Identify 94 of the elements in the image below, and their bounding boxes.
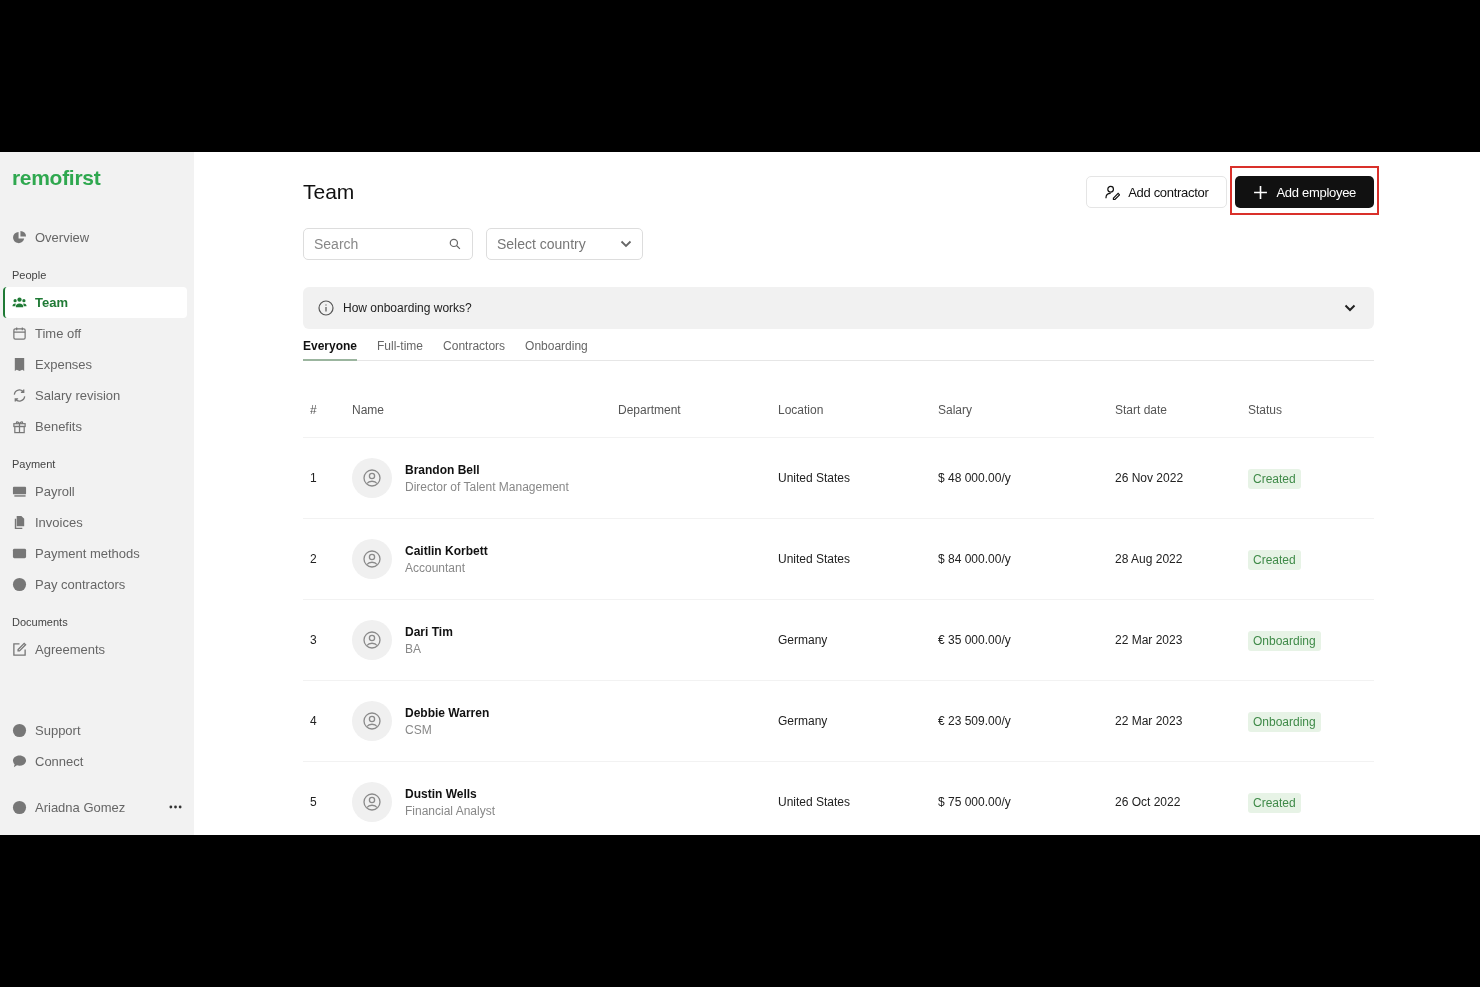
table-cell-text: € 35 000.00/y [938, 633, 1012, 647]
table-cell-text: 1 [309, 471, 318, 485]
employee-name: Dari Tim [405, 624, 453, 639]
sidebar-item[interactable]: Overview [3, 222, 187, 253]
employee-name: Dustin Wells [405, 786, 478, 801]
section-title: People [11, 269, 48, 281]
add-contractor-button[interactable]: Add contractor [1086, 176, 1228, 208]
sidebar-item[interactable]: Pay contractors [3, 569, 187, 600]
sidebar-item[interactable]: Invoices [3, 507, 187, 538]
avatar-icon [352, 620, 392, 660]
info-banner[interactable]: How onboarding works? [303, 287, 1374, 329]
employee-role: BA [405, 641, 422, 656]
table-cell-text: United States [778, 552, 852, 566]
employee-name: Brandon Bell [405, 462, 481, 477]
table-cell-text: $ 84 000.00/y [938, 552, 1012, 566]
status-tag: Created [1248, 469, 1301, 489]
search-field[interactable]: Search [303, 228, 473, 260]
section-title: Documents [11, 616, 69, 628]
card-icon [12, 546, 27, 561]
table-cell-text: United States [778, 471, 852, 485]
table-cell-text: € 23 509.00/y [938, 714, 1012, 728]
table-cell-text: 3 [309, 633, 318, 647]
avatar-icon [352, 782, 392, 822]
country-select[interactable]: Select country [486, 228, 643, 260]
column-header: # [309, 403, 318, 417]
column-header: Department [618, 403, 682, 417]
sidebar-item[interactable]: Expenses [3, 349, 187, 380]
team-icon [12, 295, 27, 310]
status-tag: Created [1248, 793, 1301, 813]
user-name: Ariadna Gomez [35, 799, 127, 815]
page-title: Team [303, 180, 355, 204]
table-cell-text: 26 Oct 2022 [1115, 795, 1182, 809]
sidebar-item[interactable]: Agreements [3, 634, 187, 665]
employee-role: Director of Talent Management [405, 479, 569, 494]
tab[interactable]: Full-time [377, 337, 424, 361]
sidebar-item[interactable]: Payroll [3, 476, 187, 507]
table-cell-text: Germany [778, 714, 829, 728]
employee-role: Accountant [405, 560, 467, 575]
docs-icon [12, 515, 27, 530]
employee-name: Debbie Warren [405, 705, 490, 720]
logo: remofirst [11, 166, 102, 190]
table-cell-text: 5 [309, 795, 318, 809]
sidebar-item[interactable]: Connect [3, 746, 187, 777]
sidebar-item[interactable]: Salary revision [3, 380, 187, 411]
column-header: Location [778, 403, 825, 417]
avatar-icon [352, 458, 392, 498]
sidebar-item[interactable]: Benefits [3, 411, 187, 442]
cash-icon [12, 484, 27, 499]
status-tag: Onboarding [1248, 712, 1321, 732]
chevron-down-icon [620, 238, 632, 250]
gift-icon [12, 419, 27, 434]
more-icon[interactable] [169, 805, 182, 809]
employee-role: CSM [405, 722, 433, 737]
sidebar-item[interactable]: Payment methods [3, 538, 187, 569]
chevron-down-icon [1344, 304, 1356, 312]
employee-role: Financial Analyst [405, 803, 496, 818]
avatar-icon [352, 539, 392, 579]
employee-name: Caitlin Korbett [405, 543, 488, 558]
section-title: Payment [11, 458, 57, 470]
chat-icon [12, 754, 27, 769]
pie-icon [12, 230, 27, 245]
add-employee-button[interactable]: Add employee [1235, 176, 1374, 208]
table-cell-text: $ 75 000.00/y [938, 795, 1012, 809]
sidebar-item[interactable]: Time off [3, 318, 187, 349]
table-cell-text: Germany [778, 633, 829, 647]
table-cell-text: 28 Aug 2022 [1115, 552, 1184, 566]
tab[interactable]: Onboarding [525, 337, 588, 361]
receipt-icon [12, 357, 27, 372]
calendar-icon [12, 326, 27, 341]
status-tag: Onboarding [1248, 631, 1321, 651]
table-cell-text: United States [778, 795, 852, 809]
table-cell-text: 2 [309, 552, 318, 566]
table-cell-text: 22 Mar 2023 [1115, 633, 1184, 647]
status-tag: Created [1248, 550, 1301, 570]
cycle-icon [12, 388, 27, 403]
search-icon [449, 238, 461, 250]
column-header: Status [1248, 403, 1284, 417]
sidebar-item[interactable]: Support [3, 715, 187, 746]
column-header: Name [352, 403, 385, 417]
table-cell-text: 22 Mar 2023 [1115, 714, 1184, 728]
column-header: Start date [1115, 403, 1169, 417]
table-cell-text: 26 Nov 2022 [1115, 471, 1185, 485]
plus-icon [1253, 184, 1269, 200]
table-cell-text: 4 [309, 714, 318, 728]
tab[interactable]: Everyone [303, 337, 358, 361]
edit-icon [12, 642, 27, 657]
info-icon [318, 300, 334, 316]
table-cell-text: $ 48 000.00/y [938, 471, 1012, 485]
tab[interactable]: Contractors [443, 337, 506, 361]
avatar-icon [352, 701, 392, 741]
column-header: Salary [938, 403, 973, 417]
user-avatar-icon [12, 799, 27, 815]
user-edit-icon [1105, 184, 1121, 200]
sidebar-item[interactable]: Team [3, 287, 187, 318]
